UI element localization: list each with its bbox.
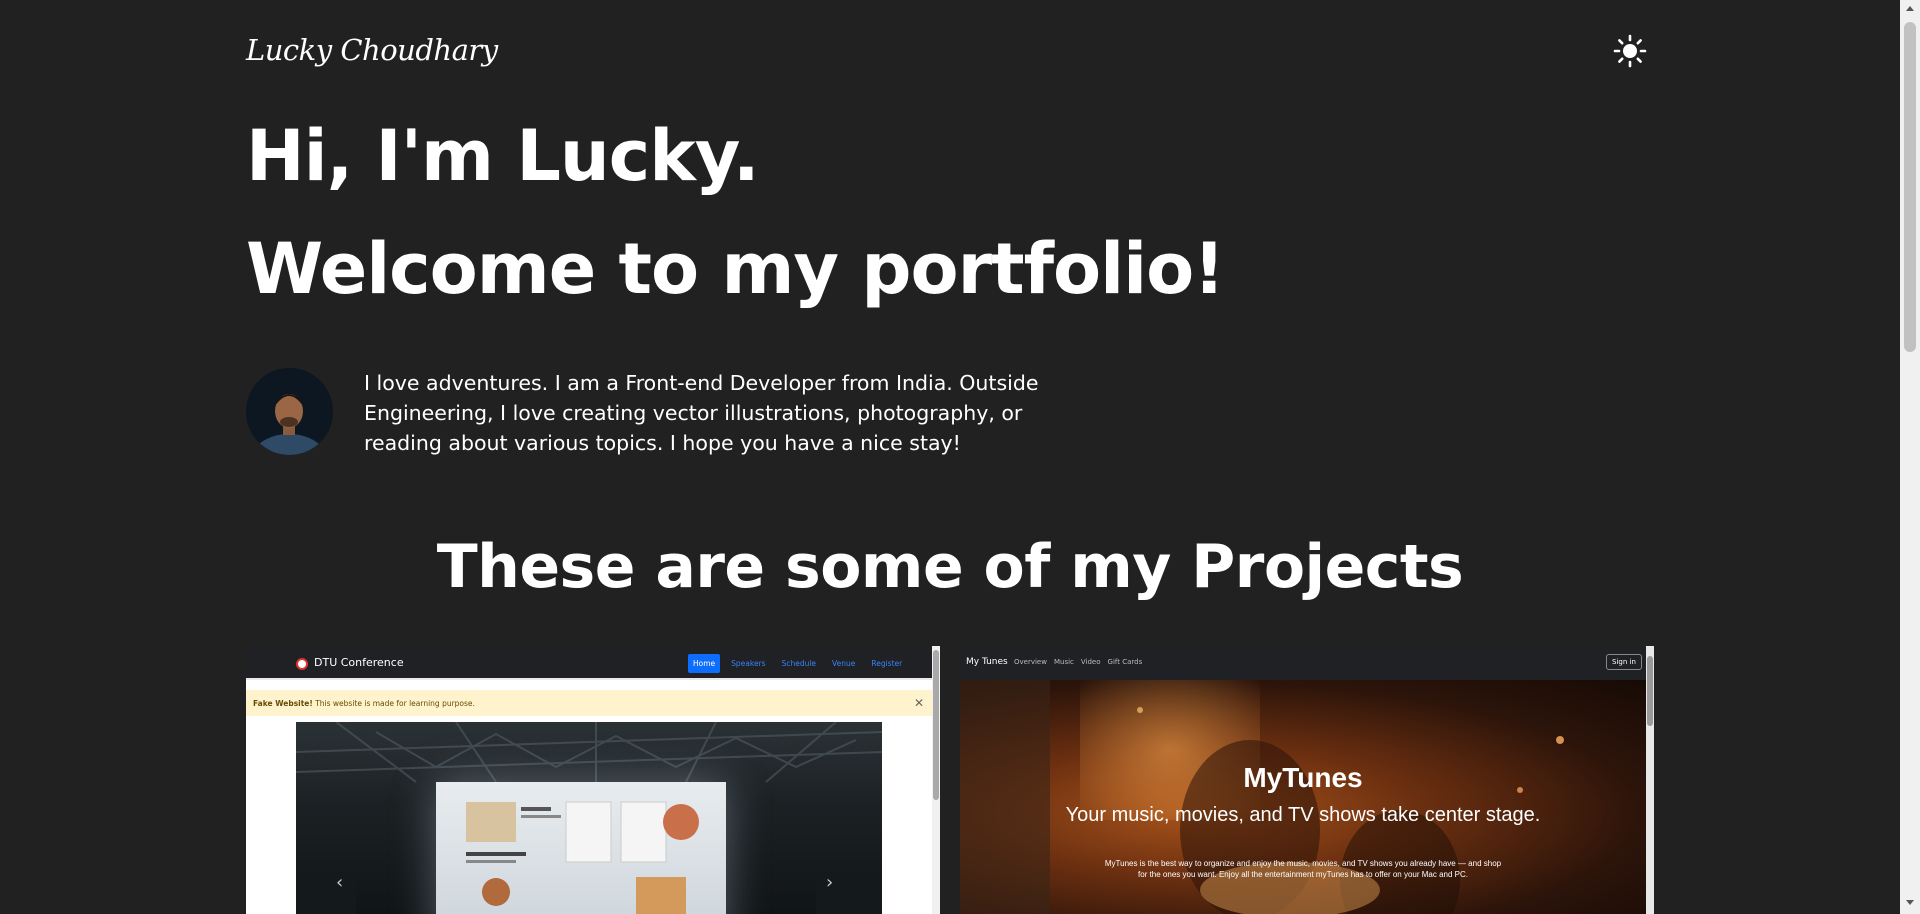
- card-scrollbar-thumb[interactable]: [933, 650, 939, 800]
- page-scrollbar-thumb[interactable]: [1904, 22, 1916, 352]
- hero-image: MyTunes Your music, movies, and TV shows…: [960, 680, 1646, 914]
- site-brand[interactable]: Lucky Choudhary: [246, 33, 498, 67]
- close-icon[interactable]: ✕: [914, 696, 924, 710]
- alert-banner: Fake Website! This website is made for l…: [246, 690, 932, 716]
- bio-text: I love adventures. I am a Front-end Deve…: [364, 371, 1039, 455]
- nav-link-venue[interactable]: Venue: [827, 654, 860, 673]
- sun-icon[interactable]: [1612, 33, 1648, 69]
- signin-button[interactable]: Sign in: [1606, 654, 1642, 670]
- project-navbar: My Tunes Overview Music Video Gift Cards…: [960, 646, 1654, 680]
- alert-text: This website is made for learning purpos…: [312, 699, 475, 708]
- project-navbar: DTU Conference Home Speakers Schedule Ve…: [246, 646, 940, 680]
- hero-welcome: Welcome to my portfolio!: [246, 228, 1225, 310]
- nav-link-schedule[interactable]: Schedule: [777, 654, 821, 673]
- mytunes-heading: MyTunes: [1243, 762, 1363, 793]
- nav-link-register[interactable]: Register: [866, 654, 907, 673]
- project-card-dtu-conference[interactable]: DTU Conference Home Speakers Schedule Ve…: [246, 646, 940, 914]
- page-scrollbar[interactable]: [1900, 0, 1920, 914]
- carousel-next-icon[interactable]: ›: [826, 872, 833, 893]
- scroll-down-icon[interactable]: [1906, 900, 1914, 905]
- carousel-prev-icon[interactable]: ‹: [336, 872, 343, 893]
- hero-greeting: Hi, I'm Lucky.: [246, 115, 760, 197]
- mytunes-description: MyTunes is the best way to organize and …: [1104, 859, 1502, 879]
- presentation-screen: [436, 782, 726, 914]
- nav-link-speakers[interactable]: Speakers: [726, 654, 770, 673]
- project-nav-brand[interactable]: My Tunes: [966, 657, 1008, 667]
- project-card-mytunes[interactable]: My Tunes Overview Music Video Gift Cards…: [960, 646, 1654, 914]
- project-nav-title[interactable]: DTU Conference: [314, 656, 404, 669]
- card-scrollbar[interactable]: [1646, 646, 1654, 914]
- card-scrollbar[interactable]: [932, 646, 940, 914]
- nav-link-video[interactable]: Video: [1081, 658, 1101, 666]
- scroll-up-icon[interactable]: [1906, 6, 1914, 11]
- alert-bold: Fake Website!: [253, 699, 313, 708]
- mytunes-subheading: Your music, movies, and TV shows take ce…: [1065, 804, 1541, 826]
- nav-link-home[interactable]: Home: [688, 654, 721, 673]
- site-header: Lucky Choudhary: [246, 30, 1648, 80]
- nav-link-music[interactable]: Music: [1054, 658, 1074, 666]
- project-nav-links: Home Speakers Schedule Venue Register: [688, 654, 907, 673]
- carousel-image: ‹ ›: [296, 722, 882, 914]
- project-nav-links: Overview Music Video Gift Cards: [1014, 658, 1142, 666]
- nav-link-overview[interactable]: Overview: [1014, 658, 1047, 666]
- card-scrollbar-thumb[interactable]: [1647, 656, 1653, 726]
- avatar: [246, 368, 333, 455]
- logo-icon: [296, 658, 308, 670]
- projects-title: These are some of my Projects: [436, 532, 1464, 602]
- nav-link-gift-cards[interactable]: Gift Cards: [1108, 658, 1143, 666]
